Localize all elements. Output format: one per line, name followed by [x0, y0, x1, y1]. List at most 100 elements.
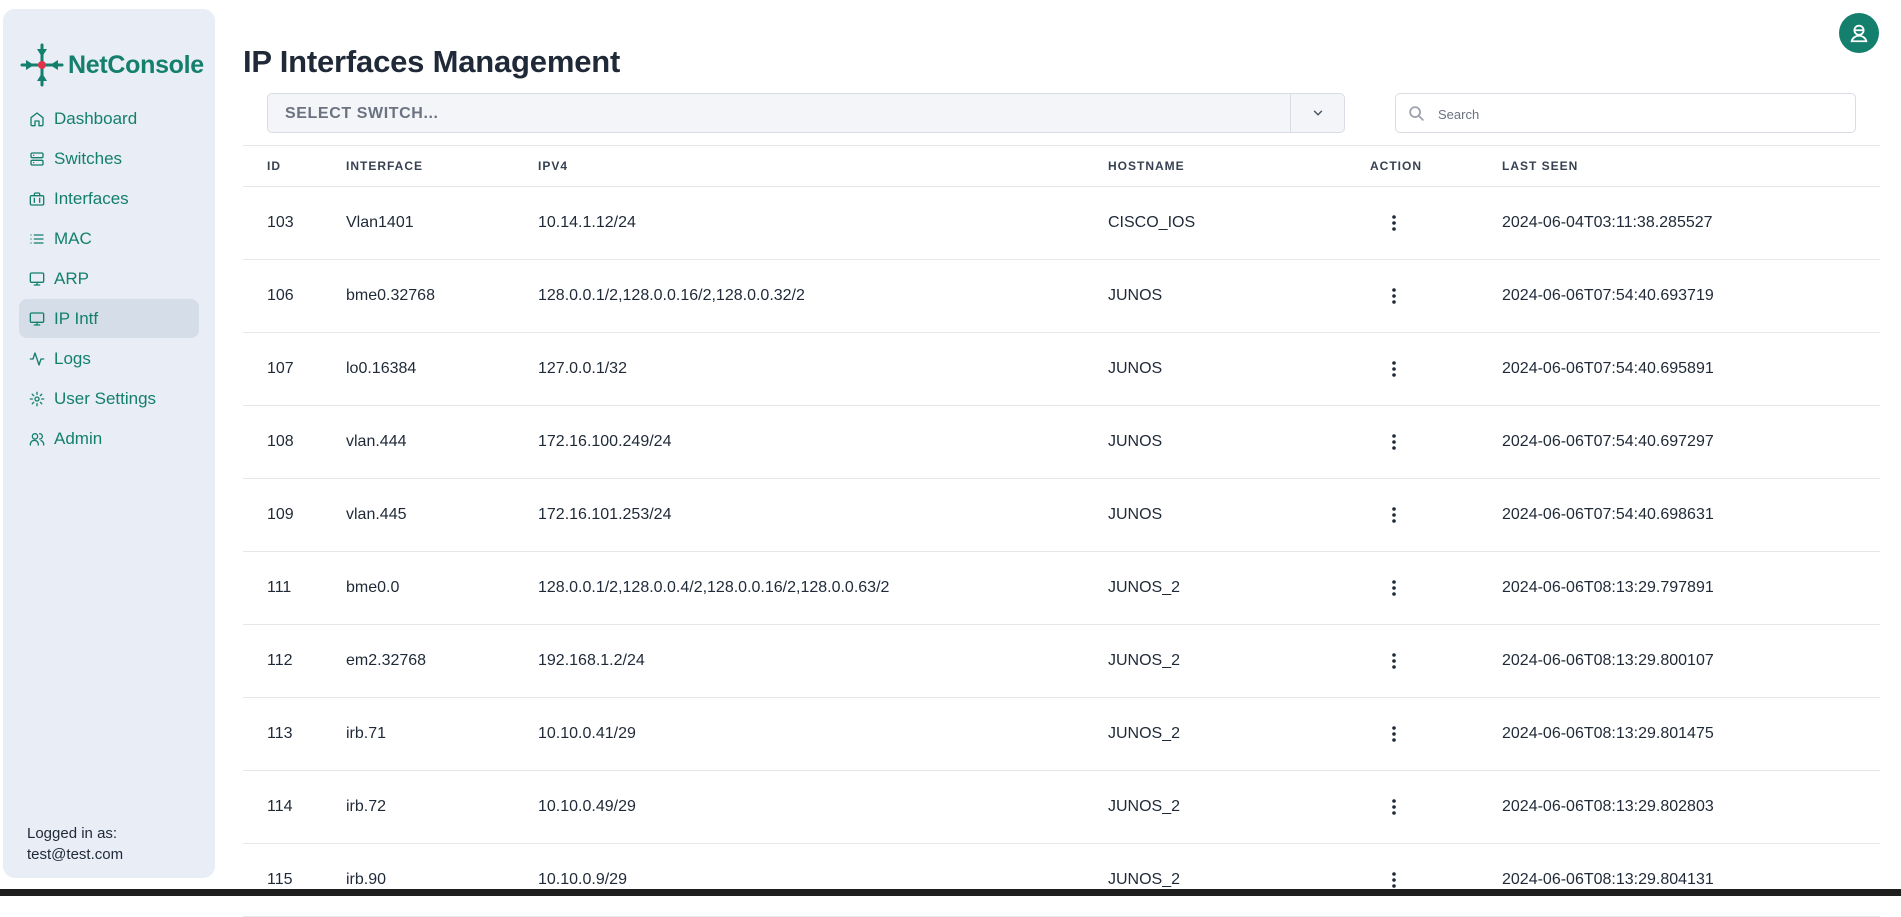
cell-id: 108: [243, 405, 346, 479]
cell-ipv4: 10.14.1.12/24: [538, 186, 1108, 260]
cell-hostname: JUNOS: [1108, 332, 1370, 406]
cell-hostname: JUNOS_2: [1108, 770, 1370, 844]
sidebar-nav: Dashboard Switches Interfaces MAC ARP IP…: [19, 99, 199, 459]
cell-id: 106: [243, 259, 346, 333]
user-avatar-icon: [1850, 24, 1868, 43]
cell-interface: Vlan1401: [346, 186, 538, 260]
more-vertical-icon[interactable]: [1385, 284, 1403, 308]
app-name: NetConsole: [68, 50, 204, 79]
cell-hostname: JUNOS_2: [1108, 551, 1370, 625]
more-vertical-icon[interactable]: [1385, 357, 1403, 381]
cell-hostname: JUNOS_2: [1108, 697, 1370, 771]
sidebar-item-switches[interactable]: Switches: [19, 139, 199, 178]
cell-hostname: JUNOS: [1108, 405, 1370, 479]
more-vertical-icon[interactable]: [1385, 430, 1403, 454]
cell-action: [1370, 332, 1502, 406]
logged-in-info: Logged in as: test@test.com: [27, 823, 123, 865]
more-vertical-icon[interactable]: [1385, 649, 1403, 673]
cell-last-seen: 2024-06-06T07:54:40.695891: [1502, 332, 1880, 406]
home-icon: [30, 111, 44, 126]
cell-last-seen: 2024-06-06T07:54:40.697297: [1502, 405, 1880, 479]
sidebar-item-interfaces[interactable]: Interfaces: [19, 179, 199, 218]
cell-ipv4: 128.0.0.1/2,128.0.0.4/2,128.0.0.16/2,128…: [538, 551, 1108, 625]
table-row: 115 irb.90 10.10.0.9/29 JUNOS_2 2024-06-…: [243, 843, 1880, 917]
more-vertical-icon[interactable]: [1385, 576, 1403, 600]
cell-action: [1370, 405, 1502, 479]
logged-in-label: Logged in as:: [27, 825, 118, 842]
sidebar-item-admin[interactable]: Admin: [19, 419, 199, 458]
logged-in-user: test@test.com: [27, 846, 124, 863]
sidebar-item-label: IP Intf: [54, 308, 99, 328]
column-header-last-seen[interactable]: LAST SEEN: [1502, 145, 1880, 187]
column-header-ipv4[interactable]: IPV4: [538, 145, 1108, 187]
monitor-icon: [29, 311, 45, 326]
column-header-action: ACTION: [1370, 145, 1502, 187]
cell-action: [1370, 843, 1502, 917]
search-input[interactable]: [1436, 102, 1840, 126]
cell-action: [1370, 624, 1502, 698]
cell-id: 107: [243, 332, 346, 406]
table-header-row: ID INTERFACE IPV4 HOSTNAME ACTION LAST S…: [243, 145, 1880, 187]
page-title: IP Interfaces Management: [243, 44, 621, 79]
cell-interface: em2.32768: [346, 624, 538, 698]
cell-ipv4: 172.16.100.249/24: [538, 405, 1108, 479]
search-icon: [1409, 106, 1424, 121]
cell-ipv4: 192.168.1.2/24: [538, 624, 1108, 698]
cell-action: [1370, 186, 1502, 260]
table-row: 114 irb.72 10.10.0.49/29 JUNOS_2 2024-06…: [243, 770, 1880, 844]
more-vertical-icon[interactable]: [1385, 211, 1403, 235]
cell-interface: lo0.16384: [346, 332, 538, 406]
cell-hostname: JUNOS_2: [1108, 843, 1370, 917]
cell-action: [1370, 551, 1502, 625]
sidebar-item-ip-intf[interactable]: IP Intf: [19, 299, 199, 338]
cell-action: [1370, 259, 1502, 333]
sidebar-item-user-settings[interactable]: User Settings: [19, 379, 199, 418]
sidebar-item-arp[interactable]: ARP: [19, 259, 199, 298]
sidebar-item-label: MAC: [54, 228, 92, 248]
column-header-interface[interactable]: INTERFACE: [346, 145, 538, 187]
sidebar-item-label: Admin: [54, 428, 103, 448]
table-row: 109 vlan.445 172.16.101.253/24 JUNOS 202…: [243, 478, 1880, 552]
switch-select-toggle[interactable]: [1290, 94, 1344, 132]
cell-last-seen: 2024-06-06T07:54:40.693719: [1502, 259, 1880, 333]
sidebar-item-label: ARP: [54, 268, 89, 288]
bottom-status-strip: [0, 889, 1901, 896]
cell-hostname: JUNOS: [1108, 259, 1370, 333]
cell-interface: bme0.32768: [346, 259, 538, 333]
sidebar-item-mac[interactable]: MAC: [19, 219, 199, 258]
cell-last-seen: 2024-06-06T08:13:29.797891: [1502, 551, 1880, 625]
cell-id: 103: [243, 186, 346, 260]
search-box: [1395, 93, 1856, 133]
app-logo[interactable]: NetConsole: [20, 43, 204, 87]
cell-id: 113: [243, 697, 346, 771]
cell-last-seen: 2024-06-06T08:13:29.804131: [1502, 843, 1880, 917]
sidebar-item-label: User Settings: [54, 388, 157, 408]
table-row: 107 lo0.16384 127.0.0.1/32 JUNOS 2024-06…: [243, 332, 1880, 406]
user-avatar-button[interactable]: [1839, 13, 1879, 53]
cell-last-seen: 2024-06-06T08:13:29.800107: [1502, 624, 1880, 698]
more-vertical-icon[interactable]: [1385, 722, 1403, 746]
more-vertical-icon[interactable]: [1385, 795, 1403, 819]
cell-hostname: CISCO_IOS: [1108, 186, 1370, 260]
cell-interface: irb.71: [346, 697, 538, 771]
cell-interface: irb.90: [346, 843, 538, 917]
ip-interfaces-table: ID INTERFACE IPV4 HOSTNAME ACTION LAST S…: [243, 145, 1880, 917]
more-vertical-icon[interactable]: [1385, 503, 1403, 527]
sidebar-item-dashboard[interactable]: Dashboard: [19, 99, 199, 138]
table-row: 112 em2.32768 192.168.1.2/24 JUNOS_2 202…: [243, 624, 1880, 698]
column-header-id[interactable]: ID: [243, 145, 346, 187]
cell-id: 112: [243, 624, 346, 698]
table-row: 113 irb.71 10.10.0.41/29 JUNOS_2 2024-06…: [243, 697, 1880, 771]
sidebar: NetConsole Dashboard Switches Interfaces…: [3, 9, 215, 878]
activity-icon: [29, 351, 45, 366]
sidebar-item-logs[interactable]: Logs: [19, 339, 199, 378]
cell-ipv4: 128.0.0.1/2,128.0.0.16/2,128.0.0.32/2: [538, 259, 1108, 333]
table-row: 103 Vlan1401 10.14.1.12/24 CISCO_IOS 202…: [243, 186, 1880, 260]
cell-last-seen: 2024-06-06T07:54:40.698631: [1502, 478, 1880, 552]
table-row: 106 bme0.32768 128.0.0.1/2,128.0.0.16/2,…: [243, 259, 1880, 333]
switch-select[interactable]: SELECT SWITCH...: [267, 93, 1345, 133]
column-header-hostname[interactable]: HOSTNAME: [1108, 145, 1370, 187]
list-icon: [30, 233, 44, 244]
cell-interface: vlan.445: [346, 478, 538, 552]
cell-id: 115: [243, 843, 346, 917]
